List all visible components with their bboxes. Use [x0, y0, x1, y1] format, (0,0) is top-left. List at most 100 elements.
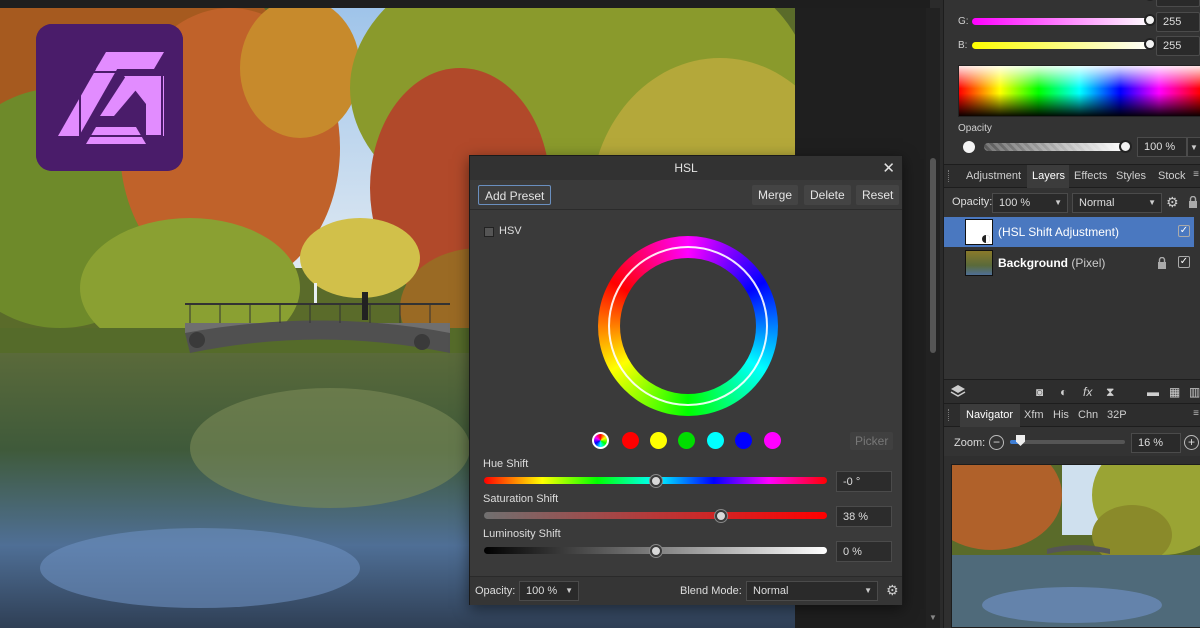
- color-opacity-value[interactable]: 100 %: [1137, 137, 1187, 157]
- lock-icon[interactable]: [1188, 196, 1198, 208]
- panel-menu-icon[interactable]: ≡: [1193, 408, 1199, 419]
- hsl-dialog: HSL ✕ Add Preset Merge Delete Reset HSV …: [469, 155, 903, 605]
- swatch-red[interactable]: [622, 432, 639, 449]
- saturation-shift-value[interactable]: 38 %: [836, 506, 892, 527]
- zoom-value[interactable]: 16 %: [1131, 433, 1181, 453]
- layer-blend-dropdown[interactable]: Normal ▼: [1072, 193, 1162, 213]
- tab-effects[interactable]: Effects: [1072, 165, 1112, 188]
- panel-grip-icon[interactable]: [948, 409, 950, 421]
- swatch-magenta[interactable]: [764, 432, 781, 449]
- zoom-in-icon[interactable]: +: [1184, 435, 1199, 450]
- panel-grip-icon[interactable]: [948, 170, 950, 182]
- navigator-preview[interactable]: [951, 464, 1200, 628]
- color-channel-row-b: B: 255: [944, 36, 1200, 57]
- dropdown-caret-icon: ▼: [1054, 198, 1062, 207]
- layer-name-text: Background: [998, 256, 1069, 270]
- close-icon[interactable]: ✕: [882, 159, 895, 177]
- tab-history[interactable]: His: [1053, 404, 1075, 427]
- tab-32bit-preview[interactable]: 32P: [1107, 404, 1133, 427]
- zoom-out-icon[interactable]: −: [989, 435, 1004, 450]
- scroll-down-arrow-icon[interactable]: ▼: [929, 613, 937, 622]
- layers-list-empty-area[interactable]: [944, 277, 1200, 379]
- luminosity-shift-value[interactable]: 0 %: [836, 541, 892, 562]
- gear-icon[interactable]: ⚙: [1166, 194, 1179, 211]
- opacity-label: Opacity:: [475, 585, 516, 597]
- blend-mode-value: Normal: [753, 585, 789, 597]
- swatch-green[interactable]: [678, 432, 695, 449]
- merge-button[interactable]: Merge: [752, 185, 799, 205]
- luminosity-shift-knob[interactable]: [649, 545, 662, 557]
- channel-slider-b[interactable]: [972, 42, 1150, 49]
- layer-row-background[interactable]: Background (Pixel) ✓: [944, 248, 1194, 278]
- color-opacity-slider[interactable]: [984, 143, 1124, 151]
- saturation-shift-knob[interactable]: [714, 510, 727, 522]
- dropdown-caret-icon: ▼: [864, 586, 872, 595]
- channel-knob-r[interactable]: [1144, 0, 1156, 1]
- live-filter-icon[interactable]: ⧗: [1106, 385, 1114, 400]
- hue-shift-knob[interactable]: [649, 475, 662, 487]
- layers-stack-icon[interactable]: [950, 384, 966, 399]
- tab-channels[interactable]: Chn: [1078, 404, 1102, 427]
- delete-button[interactable]: Delete: [804, 185, 851, 205]
- mask-icon[interactable]: ◙: [1036, 385, 1043, 399]
- channel-value-r[interactable]: 255: [1156, 0, 1200, 7]
- color-channel-row-r: 255: [944, 0, 1200, 8]
- adjustment-icon[interactable]: ◐: [1060, 385, 1067, 399]
- picker-button[interactable]: Picker: [850, 432, 894, 450]
- channel-value-b[interactable]: 255: [1156, 36, 1200, 56]
- tab-stock[interactable]: Stock: [1156, 165, 1192, 188]
- zoom-slider[interactable]: [1010, 440, 1125, 444]
- gear-icon[interactable]: ⚙: [886, 582, 899, 599]
- layer-thumbnail: [965, 250, 993, 276]
- saturation-shift-slider[interactable]: [484, 512, 827, 519]
- channel-slider-g[interactable]: [972, 18, 1150, 25]
- fx-icon[interactable]: fx: [1083, 385, 1092, 399]
- tab-navigator[interactable]: Navigator: [960, 404, 1020, 427]
- hsv-label: HSV: [499, 225, 522, 237]
- reset-button[interactable]: Reset: [856, 185, 900, 205]
- hue-wheel[interactable]: [596, 234, 780, 418]
- adjustment-layer-icon: [982, 235, 990, 243]
- layer-row-hsl[interactable]: (HSL Shift Adjustment) ✓: [944, 217, 1194, 247]
- layers-tabbar: Adjustment Layers Effects Styles Stock ≡: [944, 164, 1200, 188]
- layer-name: Background (Pixel): [998, 256, 1105, 270]
- blend-mode-dropdown[interactable]: Normal ▼: [746, 581, 878, 601]
- tab-transform[interactable]: Xfm: [1024, 404, 1048, 427]
- color-opacity-label: Opacity: [958, 123, 992, 134]
- lock-icon[interactable]: [1157, 257, 1167, 269]
- swatch-cyan[interactable]: [707, 432, 724, 449]
- channel-value-g[interactable]: 255: [1156, 12, 1200, 32]
- dropdown-caret-icon: ▼: [565, 586, 573, 595]
- opacity-dropdown[interactable]: 100 % ▼: [519, 581, 579, 601]
- scrollbar-thumb[interactable]: [930, 158, 936, 353]
- color-opacity-knob[interactable]: [1119, 140, 1132, 153]
- tab-adjustment[interactable]: Adjustment: [960, 165, 1026, 188]
- vertical-scrollbar[interactable]: ▼: [926, 8, 940, 628]
- opacity-value: 100 %: [526, 585, 558, 597]
- zoom-slider-knob[interactable]: [1016, 435, 1025, 446]
- color-opacity-dropdown-icon[interactable]: ▼: [1187, 137, 1200, 157]
- navigator-preview-image: [952, 465, 1200, 627]
- layer-visibility-checkbox[interactable]: ✓: [1178, 225, 1190, 237]
- swatch-yellow[interactable]: [650, 432, 667, 449]
- hue-shift-value[interactable]: -0 °: [836, 471, 892, 492]
- dialog-footer: Opacity: 100 % ▼ Blend Mode: Normal ▼ ⚙: [470, 576, 902, 605]
- trash-icon[interactable]: ▥: [1189, 385, 1200, 399]
- color-preview-dot[interactable]: [963, 141, 975, 153]
- channel-knob-g[interactable]: [1144, 14, 1156, 26]
- layer-opacity-dropdown[interactable]: 100 % ▼: [992, 193, 1068, 213]
- swatch-master[interactable]: [592, 432, 609, 449]
- folder-icon[interactable]: ▬: [1147, 385, 1159, 399]
- tab-layers[interactable]: Layers: [1027, 165, 1069, 188]
- tab-styles[interactable]: Styles: [1114, 165, 1152, 188]
- pixel-layer-icon[interactable]: ▦: [1169, 385, 1180, 399]
- add-preset-button[interactable]: Add Preset: [478, 185, 552, 205]
- color-spectrum[interactable]: [958, 65, 1200, 117]
- swatch-blue[interactable]: [735, 432, 752, 449]
- luminosity-shift-label: Luminosity Shift: [483, 528, 561, 540]
- hsv-checkbox[interactable]: [484, 227, 494, 237]
- panel-menu-icon[interactable]: ≡: [1193, 169, 1199, 180]
- channel-knob-b[interactable]: [1144, 38, 1156, 50]
- channel-label-b: B:: [958, 40, 968, 51]
- layer-visibility-checkbox[interactable]: ✓: [1178, 256, 1190, 268]
